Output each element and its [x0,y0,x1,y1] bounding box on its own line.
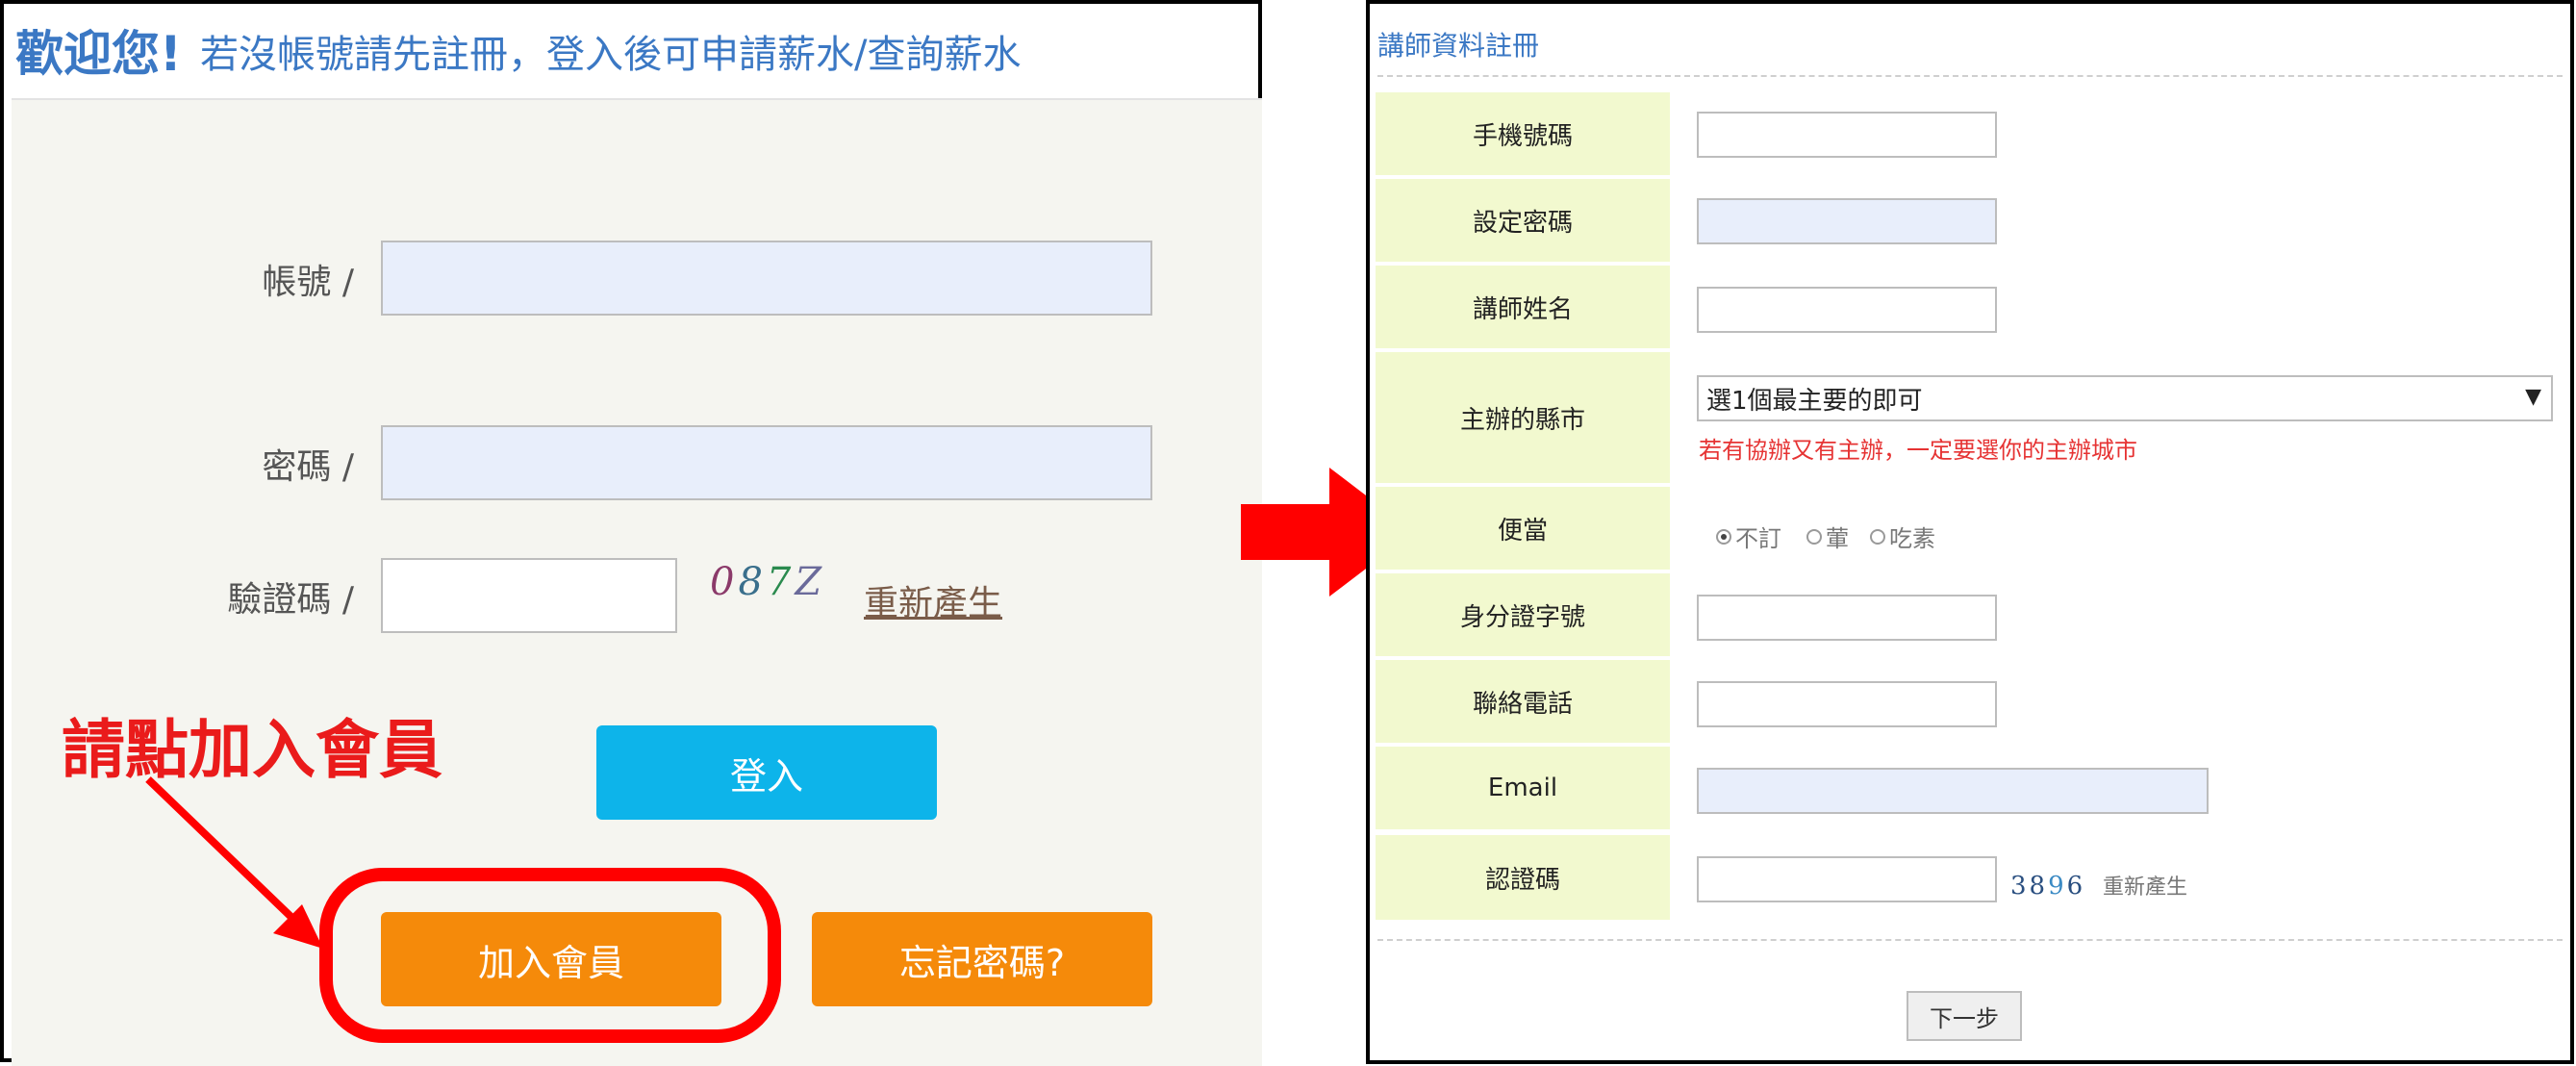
login-header: 歡迎您! 若沒帳號請先註冊，登入後可申請薪水/查詢薪水 [4,4,1258,98]
captcha-input[interactable] [381,558,677,633]
captcha-char: 0 [710,560,739,604]
bento-option-veg[interactable]: 吃素 [1870,520,1935,553]
captcha-char: 9 [2048,872,2067,901]
captcha-image: 3896 [2010,872,2085,901]
phone-input[interactable] [1697,112,1997,158]
radio-icon [1870,528,1885,545]
email-label: Email [1376,747,1670,829]
account-label: 帳號 / [262,263,354,302]
dropdown-arrow-icon: ▼ [2525,385,2541,409]
captcha-char: 8 [738,560,767,604]
annotation-arrow-icon [145,776,323,949]
annotation-highlight-ring [319,868,781,1043]
set-password-label: 設定密碼 [1376,179,1670,262]
account-input[interactable] [381,241,1152,316]
radio-selected-icon [1716,528,1731,545]
id-number-label: 身分證字號 [1376,573,1670,656]
id-number-input[interactable] [1697,595,1997,641]
city-select-value: 選1個最主要的即可 [1706,386,1923,416]
name-label: 講師姓名 [1376,266,1670,348]
set-password-input[interactable] [1697,198,1997,244]
register-panel: 講師資料註冊 手機號碼 設定密碼 講師姓名 主辦的縣市 選1個最主要的即可 ▼ … [1366,0,2574,1064]
name-input[interactable] [1697,287,1997,333]
welcome-subtitle: 若沒帳號請先註冊，登入後可申請薪水/查詢薪水 [200,33,1022,77]
captcha-char: 6 [2066,872,2086,901]
captcha-label: 驗證碼 / [227,580,354,620]
contact-phone-input[interactable] [1697,681,1997,727]
login-button[interactable]: 登入 [596,725,937,820]
register-title: 講師資料註冊 [1377,30,1540,62]
password-input[interactable] [381,425,1152,500]
refresh-captcha-link[interactable]: 重新產生 [2103,870,2187,901]
radio-label: 葷 [1826,525,1849,552]
bento-label: 便當 [1376,487,1670,570]
captcha-char: 8 [2029,872,2049,901]
captcha-char: 3 [2010,872,2030,901]
divider [1377,75,2563,77]
bento-option-none[interactable]: 不訂 [1716,520,1781,553]
captcha-image: 087Z [710,560,835,610]
city-select[interactable]: 選1個最主要的即可 ▼ [1697,375,2553,421]
city-hint: 若有協辦又有主辦，一定要選你的主辦城市 [1699,437,2137,464]
captcha-input[interactable] [1697,856,1997,902]
radio-label: 吃素 [1889,525,1935,552]
radio-label: 不訂 [1735,525,1781,552]
bento-option-meat[interactable]: 葷 [1806,520,1849,553]
radio-icon [1806,528,1822,545]
next-step-button[interactable]: 下一步 [1907,991,2022,1041]
captcha-char: Z [795,560,826,604]
contact-phone-label: 聯絡電話 [1376,660,1670,743]
forgot-password-button[interactable]: 忘記密碼? [812,912,1152,1006]
login-panel: 歡迎您! 若沒帳號請先註冊，登入後可申請薪水/查詢薪水 帳號 / 密碼 / 驗證… [0,0,1262,1066]
email-input[interactable] [1697,768,2209,814]
divider [1377,939,2563,941]
captcha-char: 7 [766,560,796,604]
city-label: 主辦的縣市 [1376,352,1670,483]
refresh-captcha-link[interactable]: 重新產生 [864,575,1002,625]
welcome-title: 歡迎您! [15,26,182,82]
password-label: 密碼 / [262,447,354,487]
captcha-label: 認證碼 [1376,835,1670,920]
phone-label: 手機號碼 [1376,92,1670,175]
